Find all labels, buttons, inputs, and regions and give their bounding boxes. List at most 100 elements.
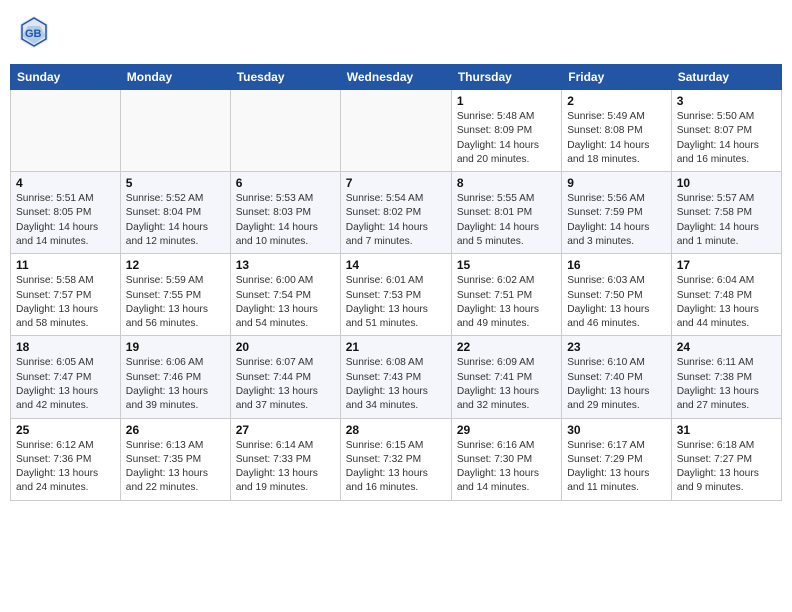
calendar-cell: 17 Sunrise: 6:04 AMSunset: 7:48 PMDayligh… — [671, 254, 781, 336]
day-info: Sunrise: 5:56 AMSunset: 7:59 PMDaylight:… — [567, 192, 665, 249]
day-info: Sunrise: 6:04 AMSunset: 7:48 PMDaylight:… — [677, 274, 776, 331]
day-number: 31 — [677, 423, 776, 437]
day-number: 24 — [677, 340, 776, 354]
calendar-cell: 8 Sunrise: 5:55 AMSunset: 8:01 PMDaylight… — [451, 172, 561, 254]
day-number: 7 — [346, 176, 446, 190]
page-header: GB — [10, 10, 782, 56]
day-number: 13 — [236, 258, 335, 272]
calendar-cell: 30Sunrise: 6:17 AMSunset: 7:29 PMDayligh… — [562, 418, 671, 500]
day-number: 1 — [457, 94, 556, 108]
day-number: 29 — [457, 423, 556, 437]
day-info: Sunrise: 5:59 AMSunset: 7:55 PMDaylight:… — [126, 274, 225, 331]
day-info: Sunrise: 5:57 AMSunset: 7:58 PMDaylight:… — [677, 192, 776, 249]
day-number: 30 — [567, 423, 665, 437]
calendar-table: SundayMondayTuesdayWednesdayThursdayFrid… — [10, 64, 782, 501]
day-info: Sunrise: 6:11 AMSunset: 7:38 PMDaylight:… — [677, 356, 776, 413]
day-info: Sunrise: 6:00 AMSunset: 7:54 PMDaylight:… — [236, 274, 335, 331]
day-number: 23 — [567, 340, 665, 354]
weekday-header-saturday: Saturday — [671, 65, 781, 90]
day-number: 9 — [567, 176, 665, 190]
calendar-cell: 12 Sunrise: 5:59 AMSunset: 7:55 PMDayligh… — [120, 254, 230, 336]
day-info: Sunrise: 6:15 AMSunset: 7:32 PMDaylight:… — [346, 439, 446, 496]
day-number: 4 — [16, 176, 115, 190]
calendar-cell: 14 Sunrise: 6:01 AMSunset: 7:53 PMDayligh… — [340, 254, 451, 336]
day-number: 27 — [236, 423, 335, 437]
day-number: 5 — [126, 176, 225, 190]
day-info: Sunrise: 6:18 AMSunset: 7:27 PMDaylight:… — [677, 439, 776, 496]
day-number: 15 — [457, 258, 556, 272]
day-info: Sunrise: 6:12 AMSunset: 7:36 PMDaylight:… — [16, 439, 115, 496]
weekday-header-monday: Monday — [120, 65, 230, 90]
day-info: Sunrise: 5:51 AMSunset: 8:05 PMDaylight:… — [16, 192, 115, 249]
day-info: Sunrise: 5:52 AMSunset: 8:04 PMDaylight:… — [126, 192, 225, 249]
day-number: 28 — [346, 423, 446, 437]
day-info: Sunrise: 5:50 AMSunset: 8:07 PMDaylight:… — [677, 110, 776, 167]
calendar-cell: 26 Sunrise: 6:13 AMSunset: 7:35 PMDayligh… — [120, 418, 230, 500]
calendar-cell: 28 Sunrise: 6:15 AMSunset: 7:32 PMDayligh… — [340, 418, 451, 500]
weekday-header-friday: Friday — [562, 65, 671, 90]
calendar-cell: 21 Sunrise: 6:08 AMSunset: 7:43 PMDayligh… — [340, 336, 451, 418]
calendar-cell — [230, 90, 340, 172]
weekday-header-sunday: Sunday — [11, 65, 121, 90]
day-number: 19 — [126, 340, 225, 354]
calendar-cell: 15 Sunrise: 6:02 AMSunset: 7:51 PMDayligh… — [451, 254, 561, 336]
day-info: Sunrise: 6:06 AMSunset: 7:46 PMDaylight:… — [126, 356, 225, 413]
calendar-cell: 2 Sunrise: 5:49 AMSunset: 8:08 PMDaylight… — [562, 90, 671, 172]
day-info: Sunrise: 6:08 AMSunset: 7:43 PMDaylight:… — [346, 356, 446, 413]
day-info: Sunrise: 6:03 AMSunset: 7:50 PMDaylight:… — [567, 274, 665, 331]
calendar-cell: 29Sunrise: 6:16 AMSunset: 7:30 PMDayligh… — [451, 418, 561, 500]
day-info: Sunrise: 5:49 AMSunset: 8:08 PMDaylight:… — [567, 110, 665, 167]
day-number: 21 — [346, 340, 446, 354]
calendar-cell: 24 Sunrise: 6:11 AMSunset: 7:38 PMDayligh… — [671, 336, 781, 418]
calendar-cell: 27 Sunrise: 6:14 AMSunset: 7:33 PMDayligh… — [230, 418, 340, 500]
day-number: 26 — [126, 423, 225, 437]
calendar-cell: 7 Sunrise: 5:54 AMSunset: 8:02 PMDaylight… — [340, 172, 451, 254]
day-number: 17 — [677, 258, 776, 272]
day-number: 11 — [16, 258, 115, 272]
day-number: 10 — [677, 176, 776, 190]
day-info: Sunrise: 6:14 AMSunset: 7:33 PMDaylight:… — [236, 439, 335, 496]
calendar-cell: 19 Sunrise: 6:06 AMSunset: 7:46 PMDayligh… — [120, 336, 230, 418]
day-info: Sunrise: 6:02 AMSunset: 7:51 PMDaylight:… — [457, 274, 556, 331]
day-info: Sunrise: 5:48 AMSunset: 8:09 PMDaylight:… — [457, 110, 556, 167]
day-number: 22 — [457, 340, 556, 354]
calendar-week-4: 18 Sunrise: 6:05 AMSunset: 7:47 PMDayligh… — [11, 336, 782, 418]
calendar-cell: 13 Sunrise: 6:00 AMSunset: 7:54 PMDayligh… — [230, 254, 340, 336]
day-info: Sunrise: 5:55 AMSunset: 8:01 PMDaylight:… — [457, 192, 556, 249]
svg-text:GB: GB — [25, 28, 42, 40]
day-number: 14 — [346, 258, 446, 272]
calendar-week-5: 25 Sunrise: 6:12 AMSunset: 7:36 PMDayligh… — [11, 418, 782, 500]
calendar-cell: 25 Sunrise: 6:12 AMSunset: 7:36 PMDayligh… — [11, 418, 121, 500]
day-number: 18 — [16, 340, 115, 354]
day-info: Sunrise: 6:05 AMSunset: 7:47 PMDaylight:… — [16, 356, 115, 413]
day-info: Sunrise: 6:13 AMSunset: 7:35 PMDaylight:… — [126, 439, 225, 496]
day-number: 12 — [126, 258, 225, 272]
day-info: Sunrise: 5:58 AMSunset: 7:57 PMDaylight:… — [16, 274, 115, 331]
day-number: 3 — [677, 94, 776, 108]
day-info: Sunrise: 6:07 AMSunset: 7:44 PMDaylight:… — [236, 356, 335, 413]
day-number: 6 — [236, 176, 335, 190]
calendar-cell: 3 Sunrise: 5:50 AMSunset: 8:07 PMDaylight… — [671, 90, 781, 172]
weekday-header-row: SundayMondayTuesdayWednesdayThursdayFrid… — [11, 65, 782, 90]
calendar-cell — [11, 90, 121, 172]
calendar-cell: 5 Sunrise: 5:52 AMSunset: 8:04 PMDaylight… — [120, 172, 230, 254]
day-info: Sunrise: 6:01 AMSunset: 7:53 PMDaylight:… — [346, 274, 446, 331]
day-number: 25 — [16, 423, 115, 437]
calendar-week-1: 1 Sunrise: 5:48 AMSunset: 8:09 PMDaylight… — [11, 90, 782, 172]
calendar-cell — [120, 90, 230, 172]
calendar-cell: 1 Sunrise: 5:48 AMSunset: 8:09 PMDaylight… — [451, 90, 561, 172]
day-info: Sunrise: 5:53 AMSunset: 8:03 PMDaylight:… — [236, 192, 335, 249]
weekday-header-thursday: Thursday — [451, 65, 561, 90]
weekday-header-tuesday: Tuesday — [230, 65, 340, 90]
calendar-cell: 6 Sunrise: 5:53 AMSunset: 8:03 PMDaylight… — [230, 172, 340, 254]
day-number: 8 — [457, 176, 556, 190]
calendar-cell: 31 Sunrise: 6:18 AMSunset: 7:27 PMDayligh… — [671, 418, 781, 500]
day-number: 16 — [567, 258, 665, 272]
day-info: Sunrise: 6:10 AMSunset: 7:40 PMDaylight:… — [567, 356, 665, 413]
calendar-cell: 22Sunrise: 6:09 AMSunset: 7:41 PMDayligh… — [451, 336, 561, 418]
calendar-cell: 23 Sunrise: 6:10 AMSunset: 7:40 PMDayligh… — [562, 336, 671, 418]
day-info: Sunrise: 5:54 AMSunset: 8:02 PMDaylight:… — [346, 192, 446, 249]
logo-icon: GB — [18, 14, 50, 52]
calendar-cell — [340, 90, 451, 172]
day-number: 2 — [567, 94, 665, 108]
